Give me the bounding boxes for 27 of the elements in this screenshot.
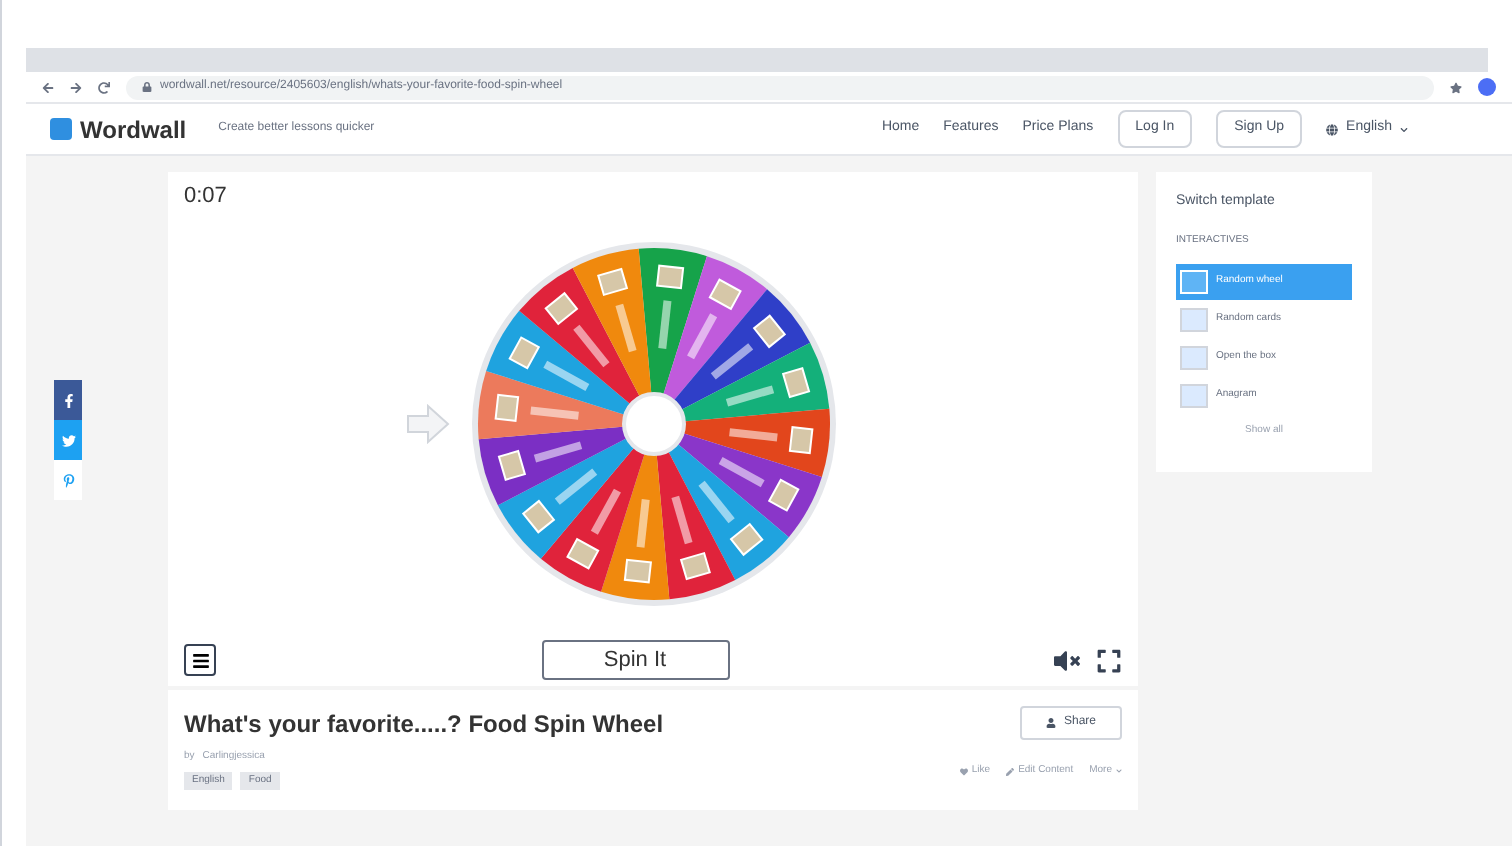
person-icon (1045, 718, 1056, 728)
template-thumbnail-icon (1180, 308, 1208, 332)
logo-icon (50, 118, 72, 140)
timer: 0:07 (184, 182, 229, 212)
activity-title: What's your favorite.....? Food Spin Wheel (184, 708, 664, 742)
pointer-arrow-icon (405, 403, 449, 444)
forward-icon[interactable] (70, 81, 82, 93)
mute-icon[interactable] (1054, 647, 1080, 673)
pencil-icon (1006, 767, 1015, 776)
globe-icon (1326, 123, 1339, 135)
reload-icon[interactable] (98, 81, 110, 93)
spin-button[interactable]: Spin It (541, 640, 729, 680)
menu-icon[interactable] (184, 644, 216, 676)
back-icon[interactable] (42, 81, 54, 93)
site-logo[interactable]: Wordwall (80, 111, 187, 147)
fullscreen-icon[interactable] (1096, 647, 1122, 673)
template-thumbnail-icon (1180, 384, 1208, 408)
bookmark-icon[interactable] (1450, 81, 1462, 93)
profile-avatar[interactable] (1478, 78, 1496, 96)
pinterest-share-icon[interactable] (54, 460, 82, 500)
heart-icon (959, 767, 968, 776)
twitter-share-icon[interactable] (54, 420, 82, 460)
lock-icon (142, 82, 152, 92)
facebook-share-icon[interactable] (54, 380, 82, 420)
template-thumbnail-icon (1180, 270, 1208, 294)
template-thumbnail-icon (1180, 346, 1208, 370)
caret-icon (1400, 125, 1408, 133)
